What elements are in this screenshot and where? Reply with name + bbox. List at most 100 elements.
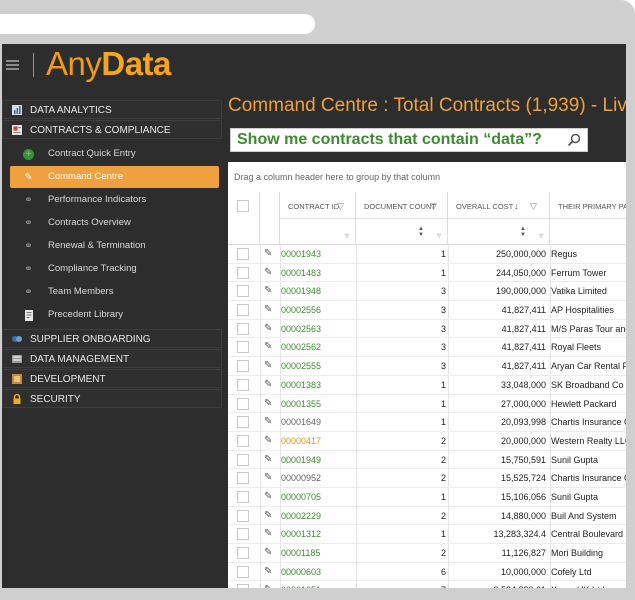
column-header-their-primary-party[interactable]: THEIR PRIMARY PARTY: [550, 192, 626, 244]
filter-icon[interactable]: ▽: [530, 201, 537, 212]
edit-pencil-icon[interactable]: ✎: [264, 469, 274, 488]
table-row[interactable]: ✎ 00001949 2 15,750,591 Sunil Gupta: [228, 451, 626, 470]
edit-pencil-icon[interactable]: ✎: [264, 507, 274, 526]
row-checkbox[interactable]: [237, 360, 249, 373]
contract-id-link[interactable]: 00001949: [281, 451, 351, 470]
row-checkbox[interactable]: [237, 397, 249, 410]
table-row[interactable]: ✎ 00001185 2 11,126,827 Mori Building: [228, 544, 626, 563]
contract-id-link[interactable]: 00001483: [281, 264, 351, 283]
table-row[interactable]: ✎ 00000705 1 15,106,056 Sunil Gupta: [228, 488, 626, 507]
contract-id-link[interactable]: 00002229: [281, 507, 351, 526]
row-checkbox[interactable]: [237, 341, 249, 354]
contract-id-link[interactable]: 00001948: [281, 282, 351, 301]
contract-id-link[interactable]: 00001649: [281, 413, 351, 432]
table-row[interactable]: ✎ 00001483 1 244,050,000 Ferrum Tower: [228, 264, 626, 283]
contract-id-link[interactable]: 00001312: [281, 525, 351, 544]
table-row[interactable]: ✎ 00001948 3 190,000,000 Vatika Limited: [228, 282, 626, 302]
filter-icon[interactable]: ▿: [345, 231, 349, 240]
edit-pencil-icon[interactable]: ✎: [264, 525, 274, 544]
row-checkbox[interactable]: [237, 434, 249, 447]
contract-id-link[interactable]: 00001185: [281, 544, 351, 563]
contract-id-link[interactable]: 00001943: [281, 245, 351, 264]
table-row[interactable]: ✎ 00001943 1 250,000,000 Regus: [228, 245, 626, 264]
filter-icon[interactable]: ▿: [437, 231, 441, 240]
sidebar-section-contracts-compliance[interactable]: CONTRACTS & COMPLIANCE: [2, 120, 222, 139]
sidebar-item-contracts-overview[interactable]: ⚭ Contracts Overview: [10, 212, 219, 234]
contract-id-link[interactable]: 00001383: [281, 376, 351, 395]
sidebar-item-precedent-library[interactable]: Precedent Library: [10, 304, 219, 326]
edit-pencil-icon[interactable]: ✎: [264, 413, 274, 432]
search-icon[interactable]: [567, 133, 581, 147]
contract-id-link[interactable]: 00002555: [281, 357, 351, 376]
menu-icon[interactable]: [6, 60, 19, 70]
table-row[interactable]: ✎ 00002555 3 41,827,411 Aryan Car Rental Pri…: [228, 357, 626, 376]
edit-pencil-icon[interactable]: ✎: [264, 264, 274, 283]
row-checkbox[interactable]: [237, 490, 249, 503]
table-row[interactable]: ✎ 00001051 7 9,584,890.61 Xerox UK Ltd: [228, 581, 626, 588]
table-row[interactable]: ✎ 00000417 2 20,000,000 Western Realty LLC: [228, 432, 626, 451]
row-checkbox[interactable]: [237, 528, 249, 541]
sidebar-section-security[interactable]: SECURITY: [2, 389, 222, 408]
row-checkbox[interactable]: [237, 304, 249, 317]
table-row[interactable]: ✎ 00002563 3 41,827,411 M/S Paras Tour and T…: [228, 320, 626, 339]
sidebar-item-performance-indicators[interactable]: ⚭ Performance Indicators: [10, 189, 219, 211]
row-checkbox[interactable]: [237, 248, 249, 260]
spinner-icon[interactable]: ▲ ▼: [418, 226, 424, 238]
edit-pencil-icon[interactable]: ✎: [264, 282, 274, 301]
row-checkbox[interactable]: [237, 472, 249, 485]
edit-pencil-icon[interactable]: ✎: [264, 563, 274, 582]
table-row[interactable]: ✎ 00001383 1 33,048,000 SK Broadband Co Ltd: [228, 376, 626, 395]
row-checkbox[interactable]: [237, 547, 249, 559]
row-checkbox[interactable]: [237, 378, 249, 391]
edit-pencil-icon[interactable]: ✎: [264, 395, 274, 414]
contract-id-link[interactable]: 00000417: [281, 432, 351, 451]
table-row[interactable]: ✎ 00002229 2 14,880,000 Buil And System: [228, 507, 626, 526]
edit-pencil-icon[interactable]: ✎: [264, 451, 274, 470]
contract-id-link[interactable]: 00000952: [281, 469, 351, 488]
filter-icon[interactable]: ▽: [337, 201, 344, 212]
column-header-document-count[interactable]: DOCUMENT COUNT ▽ ▲ ▼ ▿: [356, 192, 448, 244]
contract-id-link[interactable]: 00001051: [281, 581, 351, 588]
contract-id-link[interactable]: 00002563: [281, 320, 351, 339]
filter-icon[interactable]: ▽: [430, 201, 437, 212]
edit-pencil-icon[interactable]: ✎: [264, 357, 274, 376]
sidebar-item-renewal-termination[interactable]: ⚭ Renewal & Termination: [10, 235, 219, 257]
sidebar-item-command-centre[interactable]: ✎ Command Centre: [10, 166, 219, 188]
filter-icon[interactable]: ▿: [539, 231, 543, 240]
row-checkbox[interactable]: [237, 285, 249, 298]
sidebar-item-compliance-tracking[interactable]: ⚭ Compliance Tracking: [10, 258, 219, 280]
table-row[interactable]: ✎ 00001355 1 27,000,000 Hewlett Packard: [228, 395, 626, 414]
select-all-checkbox[interactable]: [237, 200, 249, 212]
row-checkbox[interactable]: [237, 266, 249, 279]
row-checkbox[interactable]: [237, 322, 249, 335]
edit-pencil-icon[interactable]: ✎: [264, 376, 274, 395]
sidebar-item-team-members[interactable]: ⚭ Team Members: [10, 281, 219, 303]
contract-id-link[interactable]: 00002556: [281, 301, 351, 320]
edit-pencil-icon[interactable]: ✎: [264, 432, 274, 451]
sidebar-item-contract-quick-entry[interactable]: + Contract Quick Entry: [10, 143, 219, 165]
contract-id-link[interactable]: 00002562: [281, 338, 351, 357]
edit-pencil-icon[interactable]: ✎: [264, 488, 274, 507]
contract-id-link[interactable]: 00001355: [281, 395, 351, 414]
row-checkbox[interactable]: [237, 509, 249, 522]
edit-pencil-icon[interactable]: ✎: [264, 320, 274, 339]
table-row[interactable]: ✎ 00002556 3 41,827,411 AP Hospitalities: [228, 301, 626, 320]
edit-pencil-icon[interactable]: ✎: [264, 301, 274, 320]
contract-id-link[interactable]: 00000705: [281, 488, 351, 507]
address-bar[interactable]: [0, 14, 315, 34]
row-checkbox[interactable]: [237, 584, 249, 588]
row-checkbox[interactable]: [237, 565, 249, 578]
column-header-contract-id[interactable]: CONTRACT ID ▽ ▿: [280, 192, 356, 244]
edit-pencil-icon[interactable]: ✎: [264, 544, 274, 563]
sort-desc-icon[interactable]: ↓: [514, 201, 519, 211]
table-row[interactable]: ✎ 00002562 3 41,827,411 Royal Fleets: [228, 338, 626, 358]
sidebar-section-data-analytics[interactable]: DATA ANALYTICS: [2, 100, 222, 119]
table-row[interactable]: ✎ 00001312 1 13,283,324.4 Central Boulevard …: [228, 525, 626, 544]
row-checkbox[interactable]: [237, 453, 249, 466]
search-input[interactable]: Show me contracts that contain “data”?: [230, 128, 588, 152]
spinner-icon[interactable]: ▲ ▼: [520, 226, 526, 238]
sidebar-section-supplier-onboarding[interactable]: SUPPLIER ONBOARDING: [2, 329, 222, 348]
contract-id-link[interactable]: 00000603: [281, 563, 351, 582]
table-row[interactable]: ✎ 00000603 6 10,000,000 Cofely Ltd: [228, 563, 626, 582]
edit-pencil-icon[interactable]: ✎: [264, 245, 274, 264]
